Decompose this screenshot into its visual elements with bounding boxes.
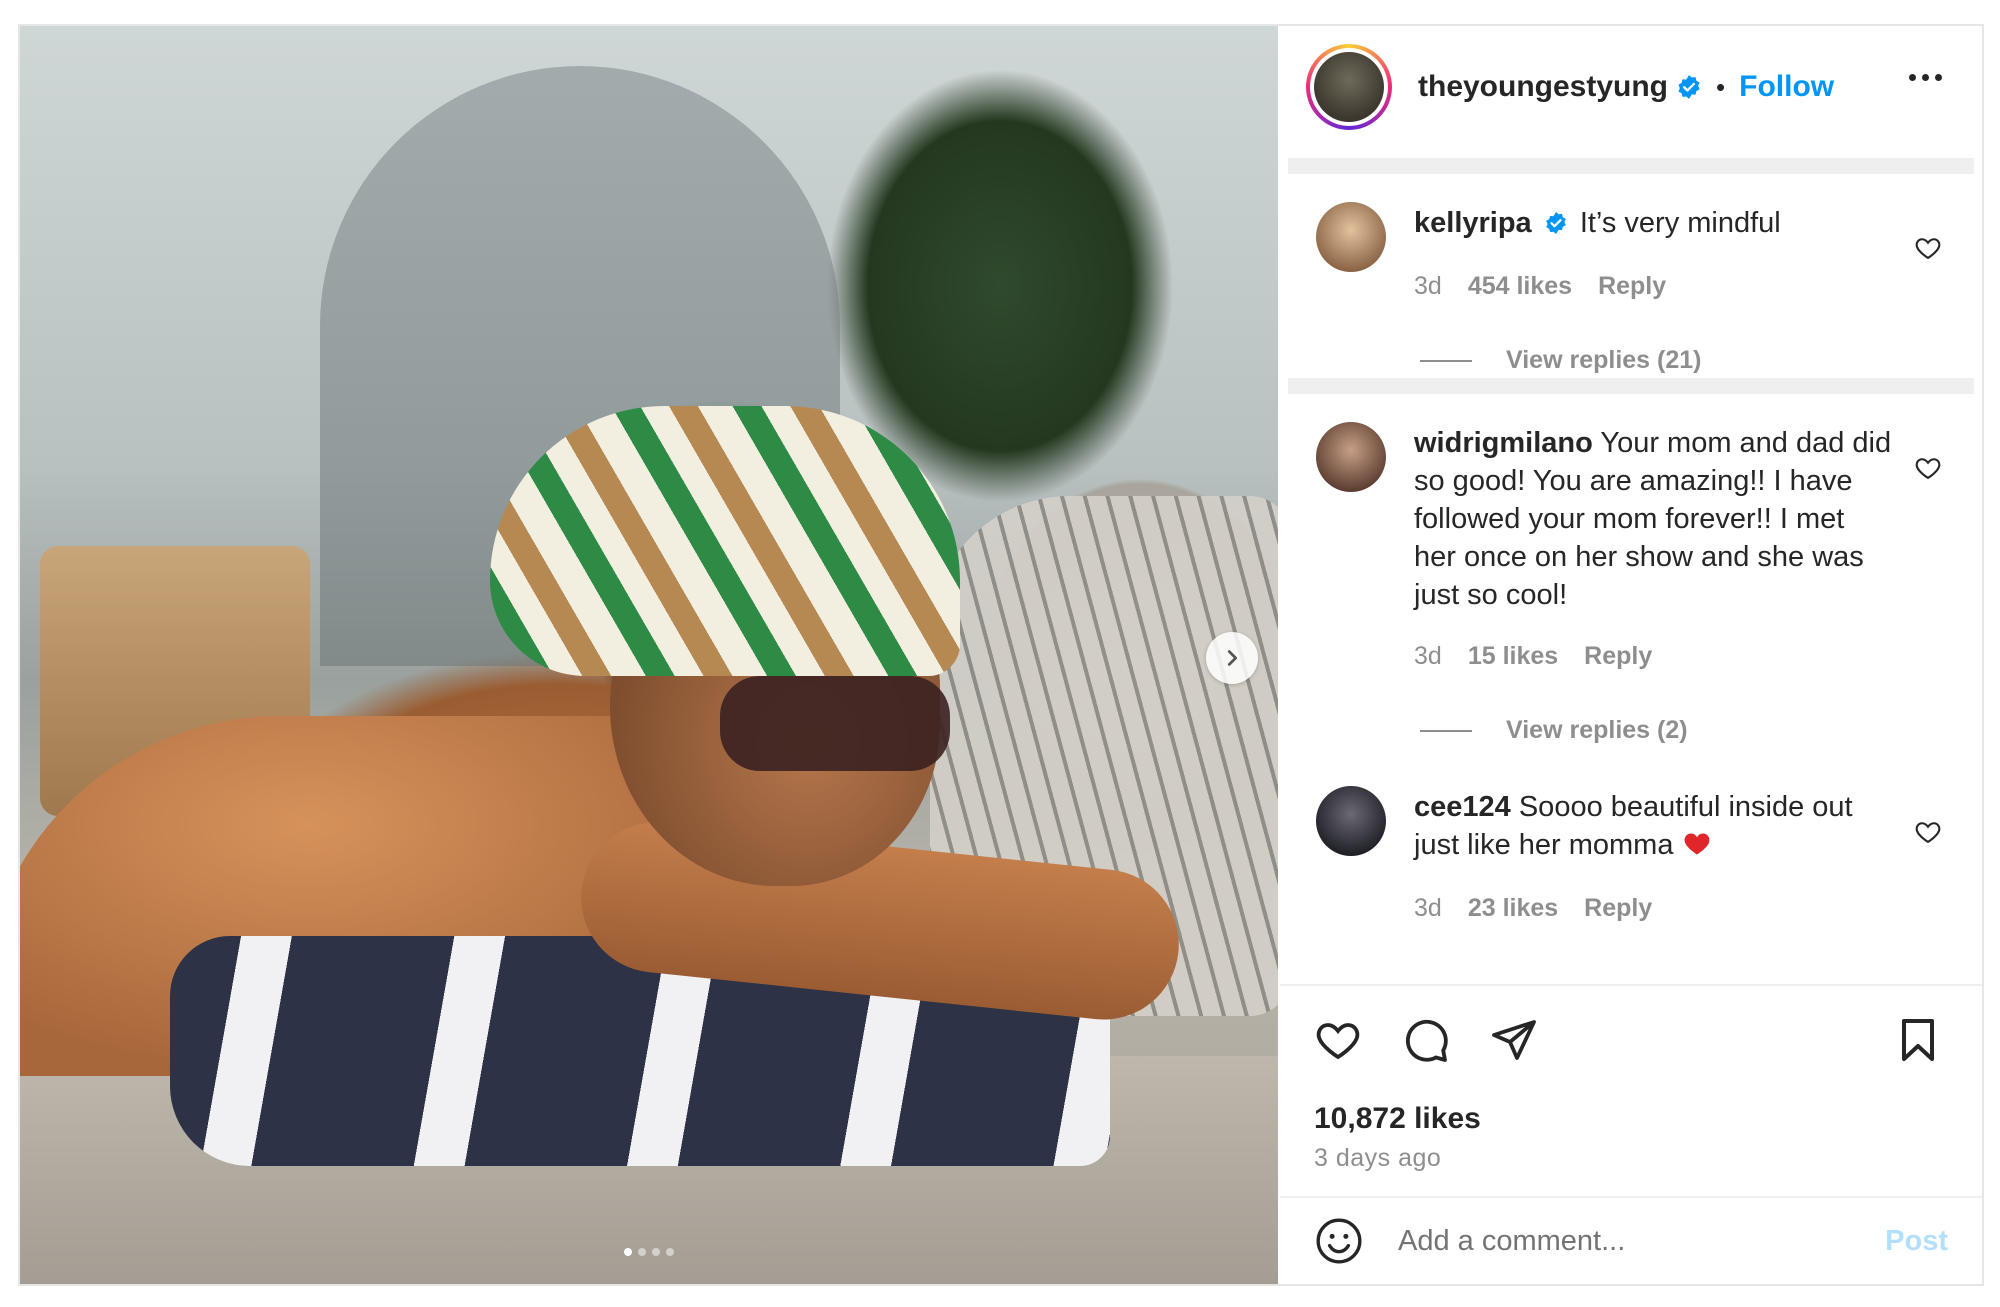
follow-button[interactable]: Follow xyxy=(1739,70,1834,104)
commenter-username[interactable]: cee124 xyxy=(1414,791,1511,823)
post-actions xyxy=(1314,1016,1538,1064)
comments-divider xyxy=(1288,158,1974,174)
header-separator: • xyxy=(1716,71,1726,102)
author-avatar-image xyxy=(1314,52,1384,122)
verified-badge-icon xyxy=(1545,212,1566,234)
reply-button[interactable]: Reply xyxy=(1584,894,1652,923)
comment-text-block: cee124 Soooo beautiful inside out just l… xyxy=(1414,788,1894,864)
save-button[interactable] xyxy=(1894,1016,1942,1069)
bookmark-icon xyxy=(1902,1019,1934,1061)
add-comment-bar: Post xyxy=(1280,1198,1982,1284)
reply-button[interactable]: Reply xyxy=(1598,272,1666,301)
comment-meta: 3d 15 likes Reply xyxy=(1414,642,1652,671)
comment-text: It’s very mindful xyxy=(1579,207,1781,239)
reply-button[interactable]: Reply xyxy=(1584,642,1652,671)
actions-divider xyxy=(1280,984,1982,986)
comment-age: 3d xyxy=(1414,642,1442,670)
comment-icon[interactable] xyxy=(1402,1016,1450,1064)
comment-text-block: widrigmilano Your mom and dad did so goo… xyxy=(1414,424,1894,614)
carousel-dot[interactable] xyxy=(638,1248,646,1256)
verified-badge-icon xyxy=(1678,75,1700,99)
commenter-username[interactable]: kellyripa xyxy=(1414,207,1532,239)
view-replies-label: View replies (2) xyxy=(1506,716,1688,744)
post-side-panel: theyoungestyung • Follow kellyripa It’s … xyxy=(1280,26,1982,1284)
comment-like-heart-icon[interactable] xyxy=(1914,234,1942,262)
commenter-avatar[interactable] xyxy=(1316,422,1386,492)
comment-age: 3d xyxy=(1414,272,1442,300)
author-avatar[interactable] xyxy=(1306,44,1392,130)
comment-likes[interactable]: 15 likes xyxy=(1468,642,1558,671)
carousel-dots xyxy=(20,1248,1278,1256)
comment-meta: 3d 23 likes Reply xyxy=(1414,894,1652,923)
view-replies-line xyxy=(1420,359,1472,362)
chevron-right-icon xyxy=(1227,650,1238,666)
post-like-count[interactable]: 10,872 likes xyxy=(1314,1102,1481,1136)
red-heart-emoji-icon xyxy=(1684,833,1709,855)
view-replies-line xyxy=(1420,729,1472,732)
carousel-dot[interactable] xyxy=(624,1248,632,1256)
add-comment-input[interactable] xyxy=(1398,1224,1868,1258)
commenter-avatar[interactable] xyxy=(1316,202,1386,272)
view-replies-button[interactable]: View replies (2) xyxy=(1420,716,1688,745)
post-comment-button[interactable]: Post xyxy=(1885,1225,1948,1258)
heart-icon[interactable] xyxy=(1314,1016,1362,1064)
view-replies-button[interactable]: View replies (21) xyxy=(1420,346,1701,375)
view-replies-label: View replies (21) xyxy=(1506,346,1702,374)
comment-like-heart-icon[interactable] xyxy=(1914,454,1942,482)
carousel-dot[interactable] xyxy=(666,1248,674,1256)
post-timestamp[interactable]: 3 days ago xyxy=(1314,1144,1441,1173)
commenter-username[interactable]: widrigmilano xyxy=(1414,427,1593,459)
author-username[interactable]: theyoungestyung xyxy=(1418,70,1668,104)
more-options-icon[interactable] xyxy=(1909,74,1942,81)
carousel-dot[interactable] xyxy=(652,1248,660,1256)
photo-sunglasses xyxy=(720,676,950,771)
comment-text-block: kellyripa It’s very mindful xyxy=(1414,204,1894,242)
comment-age: 3d xyxy=(1414,894,1442,922)
photo-scarf xyxy=(490,406,960,676)
post-photo[interactable] xyxy=(20,26,1278,1284)
comment-likes[interactable]: 454 likes xyxy=(1468,272,1572,301)
next-photo-button[interactable] xyxy=(1206,632,1258,684)
comment-likes[interactable]: 23 likes xyxy=(1468,894,1558,923)
comment-like-heart-icon[interactable] xyxy=(1914,818,1942,846)
post-header: theyoungestyung • Follow xyxy=(1280,26,1982,148)
post-dialog: theyoungestyung • Follow kellyripa It’s … xyxy=(18,24,1984,1286)
send-icon[interactable] xyxy=(1490,1016,1538,1064)
comment-meta: 3d 454 likes Reply xyxy=(1414,272,1666,301)
comments-divider xyxy=(1288,378,1974,394)
commenter-avatar[interactable] xyxy=(1316,786,1386,856)
emoji-icon[interactable] xyxy=(1314,1216,1364,1266)
